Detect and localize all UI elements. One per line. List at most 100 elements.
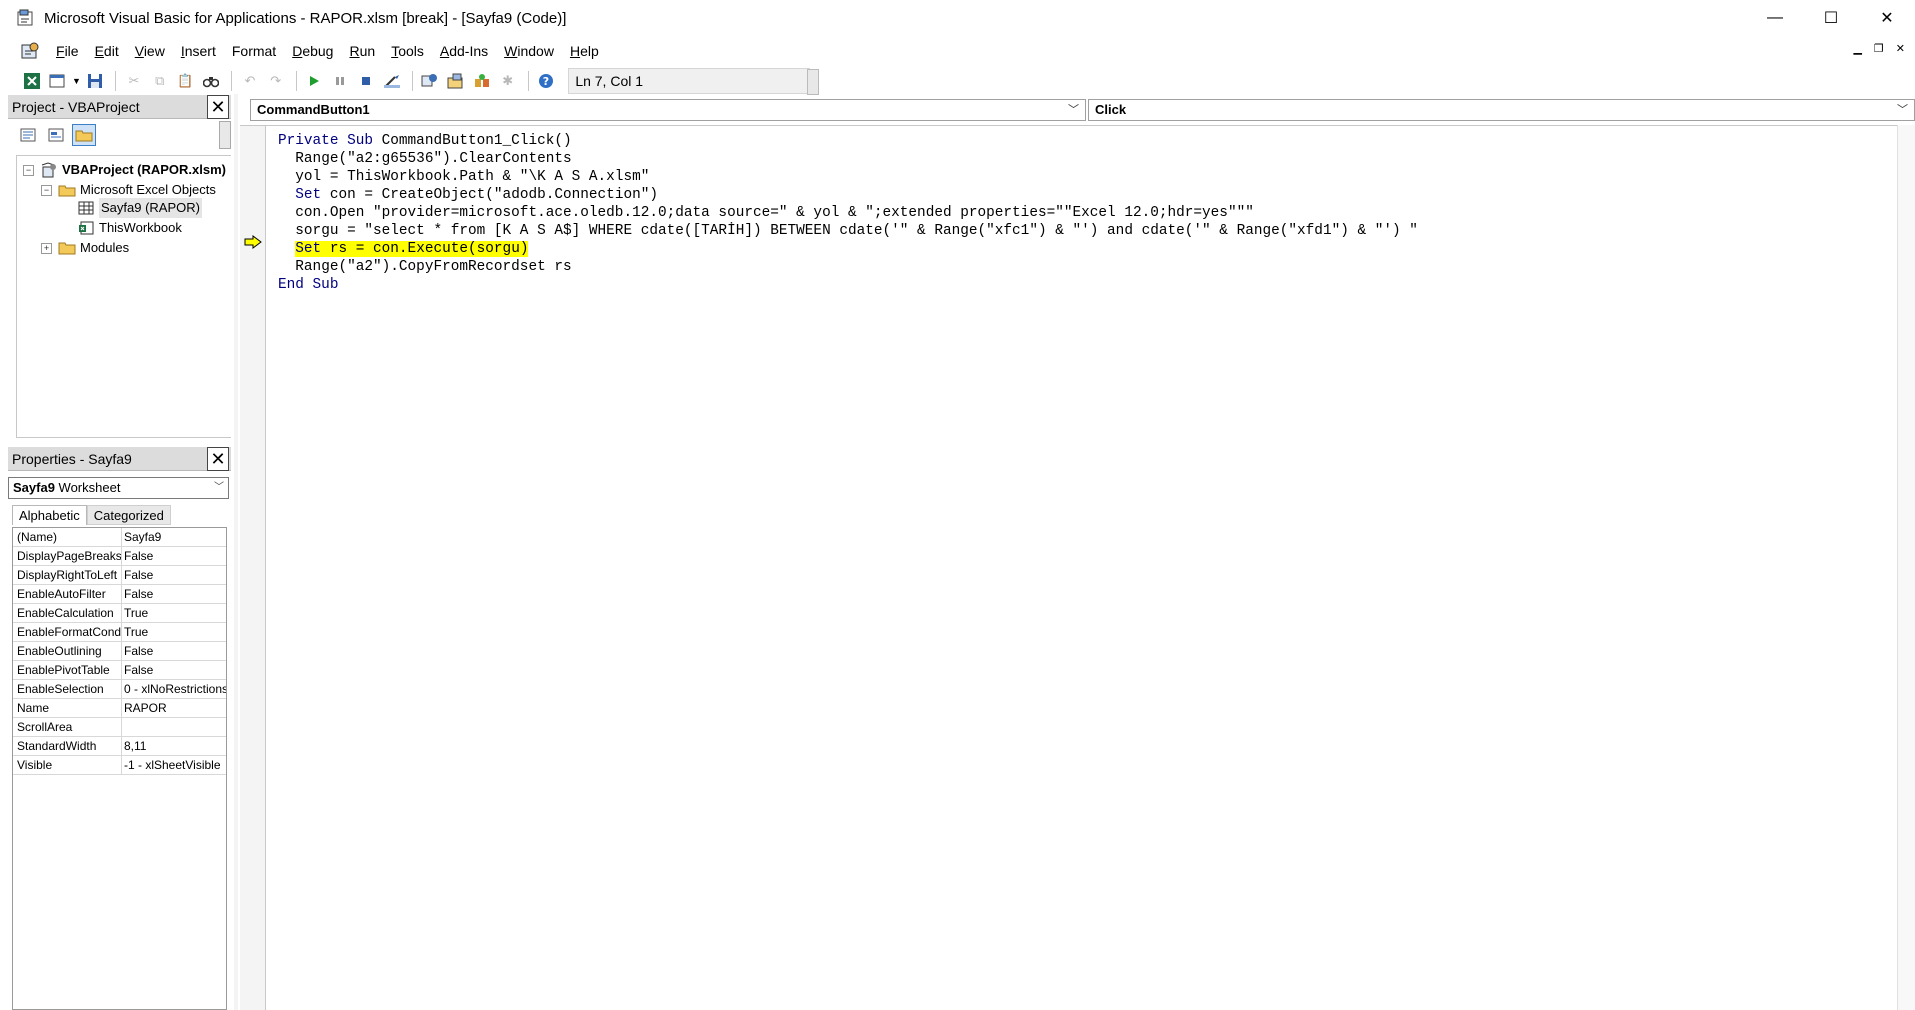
mdi-restore-icon[interactable]: ❐ (1874, 42, 1884, 55)
property-row[interactable]: EnablePivotTable False (13, 661, 226, 680)
property-row[interactable]: EnableFormatConditionsCalculationTrue (13, 623, 226, 642)
menu-run[interactable]: Run (341, 38, 383, 64)
tree-item-sayfa9[interactable]: Sayfa9 (RAPOR) (77, 198, 202, 218)
project-close-icon[interactable]: ✕ (207, 95, 229, 119)
design-mode-icon[interactable] (380, 70, 404, 92)
save-icon[interactable] (83, 70, 107, 92)
undo-icon[interactable]: ↶ (238, 70, 262, 92)
minimize-button[interactable]: — (1747, 0, 1803, 36)
toolbox-icon[interactable]: ✱ (496, 70, 520, 92)
find-icon[interactable] (199, 70, 223, 92)
cut-icon[interactable]: ✂ (122, 70, 146, 92)
code-text-span: con.Open "provider=microsoft.ace.oledb.1… (295, 205, 1254, 221)
code-line[interactable]: sorgu = "select * from [K A S A$] WHERE … (278, 222, 1418, 240)
vba-menu-icon[interactable] (20, 41, 42, 61)
insert-dropdown-icon[interactable]: ▼ (72, 70, 82, 92)
tab-categorized[interactable]: Categorized (86, 505, 171, 525)
menu-tools[interactable]: Tools (383, 38, 432, 64)
copy-icon[interactable]: ⧉ (148, 70, 172, 92)
expand-icon[interactable]: + (41, 242, 52, 254)
collapse-icon[interactable]: − (23, 164, 34, 176)
properties-header: Properties - Sayfa9 ✕ (8, 447, 231, 471)
code-line[interactable]: Range("a2:g65536").ClearContents (278, 150, 1418, 168)
menu-format[interactable]: Format (224, 38, 284, 64)
tree-item-thisworkbook[interactable]: ThisWorkbook (77, 218, 182, 238)
margin-indicator-bar[interactable] (240, 126, 266, 1010)
code-window: CommandButton1 ﹀ Click ﹀ Private Sub Com… (240, 95, 1915, 1010)
close-button[interactable]: ✕ (1859, 0, 1915, 36)
insert-userform-icon[interactable] (46, 70, 70, 92)
project-toolbar-scroll[interactable] (219, 121, 231, 149)
chevron-down-icon: ﹀ (1897, 104, 1908, 116)
property-row[interactable]: EnableOutlining False (13, 642, 226, 661)
mdi-minimize-icon[interactable]: ▁ (1853, 42, 1861, 55)
property-row[interactable]: Visible -1 - xlSheetVisible (13, 756, 226, 775)
property-row[interactable]: EnableSelection 0 - xlNoRestrictions (13, 680, 226, 699)
object-combo[interactable]: CommandButton1 ﹀ (250, 99, 1086, 121)
code-text-span: CommandButton1_Click() (373, 133, 572, 149)
property-row[interactable]: StandardWidth 8,11 (13, 737, 226, 756)
project-tree: − VBAProject (RAPOR.xlsm) − Microsoft Ex… (16, 155, 231, 438)
toggle-folders-icon[interactable] (72, 124, 96, 146)
code-text-span: Range("a2").CopyFromRecordset rs (295, 259, 572, 275)
code-line[interactable]: Set rs = con.Execute(sorgu) (278, 240, 1418, 258)
property-row[interactable]: EnableAutoFilter False (13, 585, 226, 604)
run-icon[interactable] (303, 70, 327, 92)
code-line[interactable]: End Sub (278, 276, 1418, 294)
code-keyword: Set (295, 187, 322, 203)
code-line[interactable]: Set con = CreateObject("adodb.Connection… (278, 186, 1418, 204)
cursor-position-status: Ln 7, Col 1 (568, 68, 819, 95)
tree-item-vbaproject[interactable]: − VBAProject (RAPOR.xlsm) (23, 160, 226, 180)
break-icon[interactable] (328, 70, 352, 92)
menu-insert[interactable]: Insert (173, 38, 224, 64)
help-icon[interactable]: ? (535, 70, 559, 92)
reset-icon[interactable] (354, 70, 378, 92)
property-row[interactable]: EnableCalculation True (13, 604, 226, 623)
menu-window[interactable]: Window (496, 38, 562, 64)
chevron-down-icon: ﹀ (1068, 104, 1079, 116)
code-keyword: Private Sub (278, 133, 373, 149)
properties-close-icon[interactable]: ✕ (207, 447, 229, 471)
menu-debug[interactable]: Debug (284, 38, 341, 64)
code-line[interactable]: yol = ThisWorkbook.Path & "\K A S A.xlsm… (278, 168, 1418, 186)
properties-window-icon[interactable] (444, 70, 468, 92)
code-vertical-scrollbar[interactable] (1897, 125, 1915, 1010)
view-excel-icon[interactable] (20, 70, 44, 92)
code-text-span: rs = con.Execute(sorgu) (321, 241, 529, 257)
paste-icon[interactable]: 📋 (174, 70, 198, 92)
redo-icon[interactable]: ↷ (264, 70, 288, 92)
mdi-close-icon[interactable]: ✕ (1896, 42, 1905, 55)
collapse-icon[interactable]: − (41, 184, 52, 196)
menu-edit[interactable]: Edit (87, 38, 127, 64)
property-row[interactable]: DisplayRightToLeft False (13, 566, 226, 585)
object-selector[interactable]: Sayfa9 Worksheet ﹀ (8, 477, 229, 499)
property-row[interactable]: DisplayPageBreaks False (13, 547, 226, 566)
tab-alphabetic[interactable]: Alphabetic (12, 505, 87, 525)
code-keyword: Set (295, 241, 322, 257)
project-explorer-icon[interactable] (419, 70, 443, 92)
menu-file[interactable]: File (48, 38, 87, 64)
object-browser-icon[interactable] (470, 70, 494, 92)
procedure-combo[interactable]: Click ﹀ (1088, 99, 1915, 121)
tree-item-excel-objects[interactable]: − Microsoft Excel Objects (41, 180, 216, 200)
property-row[interactable]: (Name) Sayfa9 (13, 528, 226, 547)
property-row[interactable]: Name RAPOR (13, 699, 226, 718)
toolbar-options-grip[interactable] (806, 69, 819, 95)
code-line[interactable]: Range("a2").CopyFromRecordset rs (278, 258, 1418, 276)
code-line[interactable]: con.Open "provider=microsoft.ace.oledb.1… (278, 204, 1418, 222)
code-text[interactable]: Private Sub CommandButton1_Click() Range… (278, 132, 1418, 294)
view-object-icon[interactable] (44, 124, 68, 146)
execution-arrow-icon (244, 235, 262, 249)
menu-help[interactable]: Help (562, 38, 607, 64)
maximize-button[interactable]: ☐ (1803, 0, 1859, 36)
code-line[interactable]: Private Sub CommandButton1_Click() (278, 132, 1418, 150)
property-row[interactable]: ScrollArea (13, 718, 226, 737)
menu-add-ins[interactable]: Add-Ins (432, 38, 496, 64)
menu-view[interactable]: View (127, 38, 173, 64)
tree-item-modules[interactable]: + Modules (41, 238, 129, 258)
pane-splitter[interactable] (234, 94, 238, 1010)
view-code-icon[interactable] (16, 124, 40, 146)
code-editor[interactable]: Private Sub CommandButton1_Click() Range… (240, 125, 1915, 1010)
code-text-span: sorgu = "select * from [K A S A$] WHERE … (295, 223, 1418, 239)
code-text-span: Range("a2:g65536").ClearContents (295, 151, 572, 167)
